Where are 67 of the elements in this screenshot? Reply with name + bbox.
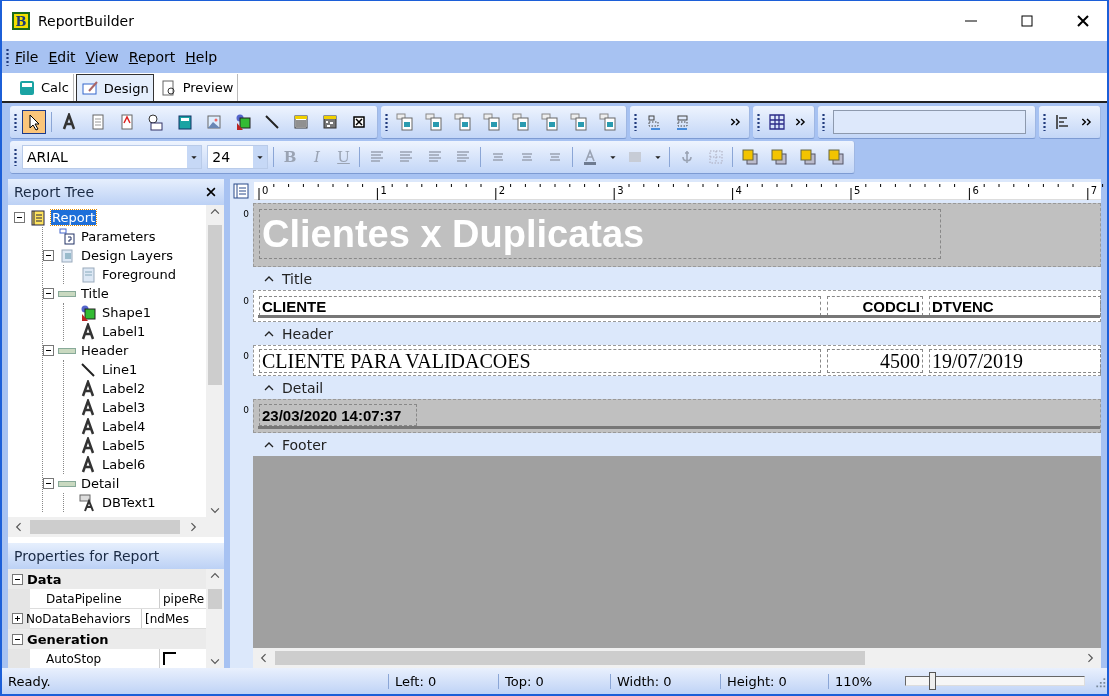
property-value[interactable]: [ndMes — [145, 611, 189, 626]
tree-item[interactable]: Label5 — [101, 438, 147, 453]
app-logo: B — [12, 12, 30, 30]
tree-item[interactable]: Header — [80, 343, 130, 358]
ruler-number: 0 — [243, 296, 249, 306]
tab[interactable]: Calc — [14, 74, 74, 101]
tree-item[interactable]: Title — [80, 286, 110, 301]
status-message: Ready. — [7, 673, 52, 689]
status-field: Height: 0 — [720, 673, 828, 689]
property-category[interactable]: Generation — [8, 629, 206, 649]
ruler-number: 3 — [617, 185, 624, 196]
tree-item[interactable]: Shape1 — [101, 305, 152, 320]
category-name: Generation — [27, 631, 109, 647]
ruler-number: 0 — [262, 185, 269, 196]
category-name: Data — [27, 571, 62, 587]
tree-item[interactable]: Report — [51, 210, 97, 225]
band-name: Header — [282, 325, 333, 342]
ruler-number: 4 — [735, 185, 742, 196]
tree-item[interactable]: Label2 — [101, 381, 147, 396]
window-title: ReportBuilder — [38, 13, 135, 29]
ruler-number: 0 — [243, 405, 249, 415]
menu-item[interactable]: Help — [181, 46, 222, 68]
tree-item[interactable]: Detail — [80, 476, 121, 491]
property-category[interactable]: Data — [8, 569, 206, 589]
ruler-number: 2 — [498, 185, 506, 196]
ruler-number: 1 — [380, 185, 387, 196]
band-divider[interactable]: Footer — [230, 433, 1101, 456]
band-divider[interactable]: Title — [230, 267, 1101, 290]
tab[interactable]: Design — [75, 74, 154, 101]
tree-item[interactable]: Label1 — [101, 324, 147, 339]
menu-item[interactable]: View — [81, 46, 123, 68]
tree-item[interactable]: Label4 — [101, 419, 147, 434]
property-name: DataPipeline — [30, 589, 160, 608]
band-divider[interactable]: Header — [230, 322, 1101, 345]
ruler-number: 5 — [854, 185, 861, 196]
band-name: Title — [282, 270, 312, 287]
font-name-combo[interactable]: ARIAL — [21, 145, 203, 169]
tab[interactable]: Preview — [155, 74, 239, 101]
tree-item[interactable]: Label6 — [101, 457, 147, 472]
status-field: Top: 0 — [498, 673, 610, 689]
menu-item[interactable]: Edit — [44, 46, 80, 68]
ruler-number: 0 — [243, 209, 249, 219]
panel-title: Report Tree — [14, 184, 95, 200]
menu-item[interactable]: File — [11, 46, 43, 68]
ruler-number: 0 — [243, 351, 249, 361]
ruler-number: 7 — [1090, 185, 1098, 196]
tree-item[interactable]: Foreground — [101, 267, 178, 282]
band-divider[interactable]: Detail — [230, 376, 1101, 399]
tree-item[interactable]: Design Layers — [80, 248, 175, 263]
font-size-combo[interactable]: 24 — [207, 145, 269, 169]
report-label[interactable]: 4500 — [827, 349, 923, 373]
tree-item[interactable]: Parameters — [80, 229, 157, 244]
tree-item[interactable]: Line1 — [101, 362, 139, 377]
tree-item[interactable]: Label3 — [101, 400, 147, 415]
band-name: Footer — [282, 436, 327, 453]
report-label[interactable]: CLIENTE PARA VALIDACOES — [259, 349, 821, 373]
panel-title: Properties for Report — [14, 548, 160, 564]
zoom-level: 110% — [828, 673, 878, 689]
report-label[interactable]: 19/07/2019 — [929, 349, 1101, 373]
status-field: Width: 0 — [610, 673, 720, 689]
ruler-number: 6 — [972, 185, 979, 196]
band-name: Detail — [282, 379, 324, 396]
property-name: NoDataBehaviors — [12, 609, 142, 628]
property-value[interactable]: pipeRe — [163, 591, 205, 606]
tree-item[interactable]: DBText1 — [101, 495, 157, 510]
menu-item[interactable]: Report — [124, 46, 180, 68]
status-field: Left: 0 — [388, 673, 498, 689]
